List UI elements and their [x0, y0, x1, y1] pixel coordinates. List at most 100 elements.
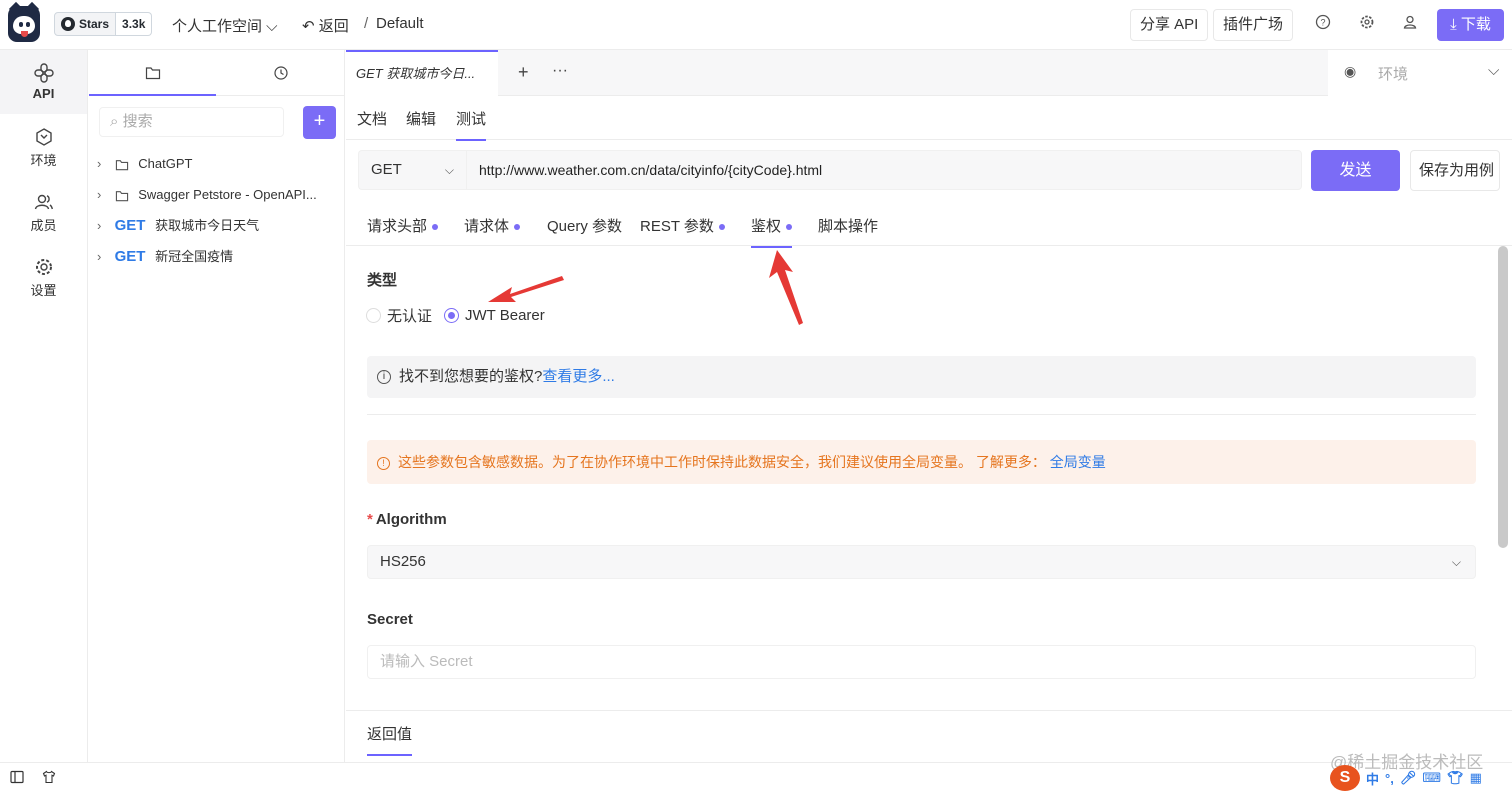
environment-placeholder: 环境 [1378, 66, 1409, 83]
algorithm-select[interactable]: HS256 ⌵ [367, 545, 1476, 579]
method-value: GET [371, 161, 402, 178]
warning-banner: ! 这些参数包含敏感数据。为了在协作环境中工作时保持此数据安全，我们建议使用全局变… [367, 440, 1476, 484]
secret-input[interactable]: 请输入 Secret [367, 645, 1476, 679]
user-icon[interactable] [1400, 14, 1420, 34]
main-panel: GET 获取城市今日... + ··· ◉ 环境 ⌵ 文档 编辑 测试 GET ⌵… [346, 50, 1512, 762]
history-icon [273, 66, 288, 80]
plugins-button[interactable]: 插件广场 [1213, 9, 1294, 41]
see-more-link[interactable]: 查看更多... [542, 368, 615, 385]
radio-no-auth[interactable]: 无认证 [366, 305, 432, 326]
tab-auth[interactable]: 鉴权 [751, 215, 793, 248]
global-variables-link[interactable]: 全局变量 [1050, 454, 1106, 470]
workspace-label: 个人工作空间 [172, 18, 263, 35]
nav-label-environment: 环境 [30, 153, 57, 168]
tree-item-label: 获取城市今日天气 [155, 218, 260, 233]
tab-headers[interactable]: 请求头部 [367, 215, 439, 236]
nav-label-settings: 设置 [30, 283, 57, 298]
info-banner: i 找不到您想要的鉴权?查看更多... [367, 356, 1476, 398]
radio-jwt-bearer[interactable]: JWT Bearer [444, 307, 545, 324]
algorithm-label: * Algorithm [367, 511, 447, 528]
request-tab[interactable]: GET 获取城市今日... [346, 50, 498, 96]
github-stars-label: Stars [79, 17, 110, 31]
has-value-dot [786, 224, 793, 231]
tree-item-label: 新冠全国疫情 [155, 249, 234, 264]
download-button[interactable]: ⤓ 下载 [1437, 9, 1504, 41]
save-as-case-button[interactable]: 保存为用例 [1410, 150, 1500, 191]
chevron-right-icon: › [97, 249, 102, 264]
send-button[interactable]: 发送 [1311, 150, 1400, 191]
has-value-dot [432, 224, 439, 231]
divider [367, 414, 1476, 415]
tab-label: REST 参数 [640, 218, 714, 235]
folder-icon [145, 67, 160, 80]
tree-item-api[interactable]: › GET 获取城市今日天气 [97, 211, 337, 241]
apps-icon[interactable]: ▦ [1470, 770, 1482, 786]
tab-response[interactable]: 返回值 [367, 723, 413, 756]
shirt-icon[interactable] [42, 770, 56, 787]
eye-icon[interactable]: ◉ [1344, 63, 1356, 80]
auth-type-title: 类型 [367, 272, 398, 289]
search-placeholder: 搜索 [122, 113, 153, 130]
sidebar-toggle-icon[interactable] [10, 770, 24, 787]
ime-lang[interactable]: 中 [1366, 769, 1379, 788]
search-input[interactable]: ⌕ 搜索 [99, 107, 284, 137]
environment-icon [33, 126, 55, 148]
nav-item-environment[interactable]: 环境 [0, 114, 87, 178]
tree-item-folder[interactable]: › Swagger Petstore - OpenAPI... [97, 180, 337, 210]
help-icon[interactable]: ? [1313, 14, 1333, 34]
settings-icon [33, 256, 55, 278]
tab-files[interactable] [89, 50, 216, 96]
vertical-scrollbar[interactable] [1498, 246, 1508, 548]
gear-icon[interactable] [1357, 14, 1377, 34]
chevron-down-icon: ⌵ [262, 18, 278, 35]
share-api-button[interactable]: 分享 API [1130, 9, 1209, 41]
tab-rest[interactable]: REST 参数 [640, 215, 725, 236]
tab-query[interactable]: Query 参数 [547, 215, 622, 236]
info-icon: i [377, 370, 391, 385]
tab-label: 请求体 [464, 218, 510, 235]
breadcrumb-separator: / [364, 15, 369, 32]
breadcrumb[interactable]: Default [376, 15, 424, 32]
back-button[interactable]: ↶ 返回 [302, 15, 349, 36]
undo-icon: ↶ [302, 18, 319, 35]
radio-circle [444, 308, 460, 323]
method-badge: GET [114, 248, 146, 265]
github-stars-count: 3.3k [116, 12, 153, 36]
tab-scripts[interactable]: 脚本操作 [818, 215, 878, 236]
add-api-button[interactable]: + [303, 106, 336, 139]
punctuation-icon[interactable]: °, [1385, 771, 1394, 786]
tab-body[interactable]: 请求体 [464, 215, 521, 236]
keyboard-icon[interactable]: ⌨ [1422, 770, 1441, 786]
chevron-right-icon: › [97, 187, 102, 202]
tree-item-folder[interactable]: › ChatGPT [97, 149, 337, 179]
nav-item-members[interactable]: 成员 [0, 179, 87, 243]
app-logo[interactable] [8, 1, 40, 42]
method-select[interactable]: GET ⌵ [358, 150, 466, 190]
nav-label-members: 成员 [30, 218, 57, 233]
request-tabs: GET 获取城市今日... + ··· ◉ 环境 ⌵ [346, 50, 1512, 96]
more-icon[interactable]: ··· [552, 62, 568, 80]
search-icon: ⌕ [110, 113, 123, 130]
nav-label-api: API [32, 86, 55, 101]
tab-history[interactable] [217, 50, 344, 96]
sogou-logo[interactable]: S [1330, 765, 1360, 791]
svg-text:?: ? [1320, 18, 1325, 28]
radio-label: 无认证 [387, 308, 433, 325]
github-icon [61, 17, 75, 31]
github-stars-badge[interactable]: Stars 3.3k [54, 12, 153, 36]
tab-edit[interactable]: 编辑 [406, 108, 436, 129]
tab-doc[interactable]: 文档 [357, 108, 387, 129]
workspace-selector[interactable]: 个人工作空间 ⌵ [172, 15, 278, 36]
chevron-down-icon: ⌵ [1451, 555, 1461, 569]
microphone-icon[interactable]: 🎤︎ [1400, 770, 1417, 786]
add-tab-icon[interactable]: + [518, 62, 529, 83]
url-input[interactable]: http://www.weather.com.cn/data/cityinfo/… [466, 150, 1302, 190]
nav-item-settings[interactable]: 设置 [0, 244, 87, 308]
tree-item-api[interactable]: › GET 新冠全国疫情 [97, 242, 337, 272]
tab-test[interactable]: 测试 [456, 108, 487, 141]
has-value-dot [718, 224, 725, 231]
skin-icon[interactable]: 👕︎ [1447, 770, 1464, 786]
nav-item-api[interactable]: API [0, 50, 87, 114]
environment-selector[interactable]: ◉ 环境 ⌵ [1328, 50, 1512, 96]
tree-item-label: Swagger Petstore - OpenAPI... [138, 187, 317, 202]
